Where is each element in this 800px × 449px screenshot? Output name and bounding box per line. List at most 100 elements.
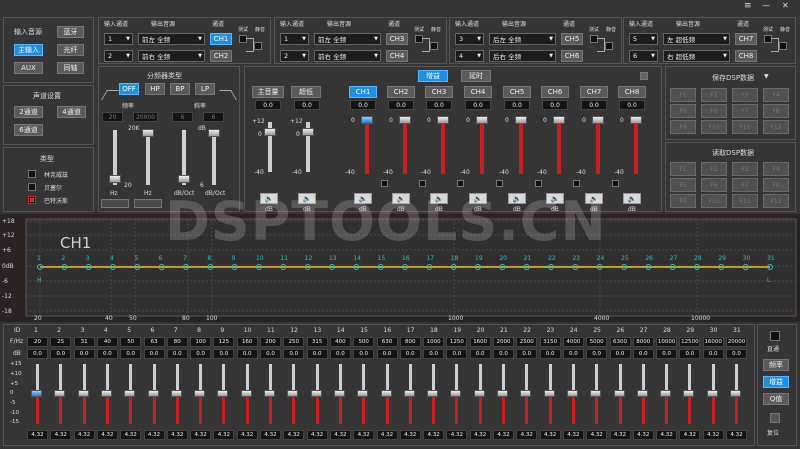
filter-butterworth-radio[interactable] [28,196,36,204]
eq-band-knob-13[interactable] [310,390,322,397]
eq-gain-value-11[interactable]: 0.0 [260,349,281,359]
routing-output-select[interactable]: 前左 全频 ▼ [138,33,205,45]
source-coax-button[interactable]: 同轴 [57,62,84,74]
eq-gain-value-8[interactable]: 0.0 [190,349,212,359]
eq-freq-value-18[interactable]: 1000 [423,337,445,347]
eq-q-value-28[interactable]: 4.32 [656,430,678,440]
channel-link-toggle[interactable] [535,180,542,187]
eq-band-knob-17[interactable] [403,390,415,397]
routing-input-select[interactable]: 4 ▼ [455,50,484,62]
eq-band-knob-22[interactable] [520,390,532,397]
load-preset-f9[interactable]: F9 [670,194,696,208]
channel-fader-ch7-knob[interactable] [592,116,604,124]
eq-freq-value-8[interactable]: 100 [190,337,212,347]
eq-q-value-11[interactable]: 4.32 [260,430,281,440]
routing-output-select[interactable]: 前右 全频 ▼ [314,50,381,62]
eq-q-value-2[interactable]: 4.32 [50,430,72,440]
eq-band-knob-2[interactable] [54,390,66,397]
save-preset-f8[interactable]: F8 [763,104,789,118]
routing-mute-checkbox[interactable] [430,42,438,50]
routing-output-select[interactable]: 后左 全频 ▼ [489,33,556,45]
routing-output-select[interactable]: 右 超低频 ▼ [663,50,730,62]
close-icon[interactable]: ✕ [782,1,789,10]
eq-gain-value-5[interactable]: 0.0 [120,349,142,359]
tab-gain[interactable]: 增益 [418,70,448,82]
eq-freq-value-24[interactable]: 4000 [562,337,584,347]
load-preset-f5[interactable]: F5 [670,178,696,192]
bypass-toggle[interactable] [770,331,780,341]
channel-gain-value-ch1[interactable]: 0.0 [350,100,376,110]
eq-gain-value-9[interactable]: 0.0 [213,349,235,359]
source-optical-button[interactable]: 光纤 [57,44,84,56]
eq-gain-value-26[interactable]: 0.0 [609,349,631,359]
crossover-hp-button[interactable]: HP [145,83,165,95]
routing-output-select[interactable]: 后右 全频 ▼ [489,50,556,62]
eq-q-value-12[interactable]: 4.32 [283,430,305,440]
channel-link-toggle[interactable] [612,180,619,187]
save-preset-f10[interactable]: F10 [701,120,727,134]
eq-gain-value-29[interactable]: 0.0 [679,349,701,359]
speaker-mute-button-ch5[interactable]: 🔈 [508,193,526,204]
eq-band-knob-25[interactable] [590,390,602,397]
crossover-slider-2[interactable] [146,130,150,185]
eq-freq-value-26[interactable]: 6300 [609,337,631,347]
routing-input-select[interactable]: 2 ▼ [104,50,133,62]
eq-freq-value-25[interactable]: 5000 [586,337,608,347]
tab-delay[interactable]: 延时 [461,70,491,82]
eq-q-value-13[interactable]: 4.32 [306,430,328,440]
eq-band-knob-30[interactable] [706,390,718,397]
channel-fader-ch5-knob[interactable] [515,116,527,124]
load-preset-f1[interactable]: F1 [670,162,696,176]
crossover-high-freq-value[interactable]: 20000 [133,112,158,122]
eq-freq-value-14[interactable]: 400 [329,337,351,347]
eq-freq-value-1[interactable]: 20 [27,337,48,347]
crossover-slider-4-knob[interactable] [208,129,220,137]
eq-q-value-5[interactable]: 4.32 [120,430,142,440]
eq-q-value-15[interactable]: 4.32 [353,430,375,440]
eq-band-knob-1[interactable] [31,390,42,397]
channel-tab-ch2[interactable]: CH2 [387,86,415,98]
eq-band-knob-11[interactable] [264,390,275,397]
eq-freq-value-23[interactable]: 3150 [539,337,561,347]
eq-band-knob-27[interactable] [636,390,648,397]
routing-mute-checkbox[interactable] [779,42,787,50]
crossover-off-button[interactable]: OFF [119,83,139,95]
eq-band-knob-19[interactable] [450,390,462,397]
eq-gain-value-28[interactable]: 0.0 [656,349,678,359]
channel-fader-ch3-knob[interactable] [437,116,449,124]
eq-gain-value-21[interactable]: 0.0 [493,349,514,359]
load-preset-f10[interactable]: F10 [701,194,727,208]
speaker-mute-button-ch8[interactable]: 🔈 [623,193,641,204]
eq-gain-value-25[interactable]: 0.0 [586,349,608,359]
crossover-slider-3-knob[interactable] [178,175,190,183]
eq-q-value-23[interactable]: 4.32 [539,430,561,440]
eq-gain-value-16[interactable]: 0.0 [376,349,398,359]
crossover-lp-button[interactable]: LP [195,83,215,95]
master-speaker-button[interactable]: 🔈 [260,193,278,204]
eq-gain-value-18[interactable]: 0.0 [423,349,445,359]
eq-q-value-25[interactable]: 4.32 [586,430,608,440]
routing-input-select[interactable]: 1 ▼ [280,33,309,45]
filter-linkwitz-radio[interactable] [28,170,36,178]
eq-q-value-14[interactable]: 4.32 [329,430,351,440]
channel-gain-value-ch6[interactable]: 0.0 [542,100,568,110]
eq-gain-value-3[interactable]: 0.0 [73,349,95,359]
routing-input-select[interactable]: 2 ▼ [280,50,309,62]
eq-q-value-31[interactable]: 4.32 [726,430,747,440]
eq-q-value-10[interactable]: 4.32 [236,430,258,440]
eq-q-value-20[interactable]: 4.32 [469,430,491,440]
channel-tab-ch8[interactable]: CH8 [618,86,646,98]
subwoofer-button[interactable]: 超低 [291,86,321,98]
eq-freq-value-16[interactable]: 630 [376,337,398,347]
speaker-mute-button-ch7[interactable]: 🔈 [585,193,603,204]
subwoofer-fader-knob[interactable] [302,128,314,136]
eq-freq-value-4[interactable]: 40 [96,337,118,347]
eq-freq-value-9[interactable]: 125 [213,337,235,347]
eq-q-value-4[interactable]: 4.32 [96,430,118,440]
eq-gain-value-10[interactable]: 0.0 [236,349,258,359]
channel-tab-ch7[interactable]: CH7 [580,86,608,98]
speaker-mute-button-ch6[interactable]: 🔈 [546,193,564,204]
crossover-high-slope-value[interactable]: 6 [203,112,224,122]
routing-channel-button-ch3[interactable]: CH3 [386,33,408,45]
eq-freq-value-20[interactable]: 1600 [469,337,491,347]
